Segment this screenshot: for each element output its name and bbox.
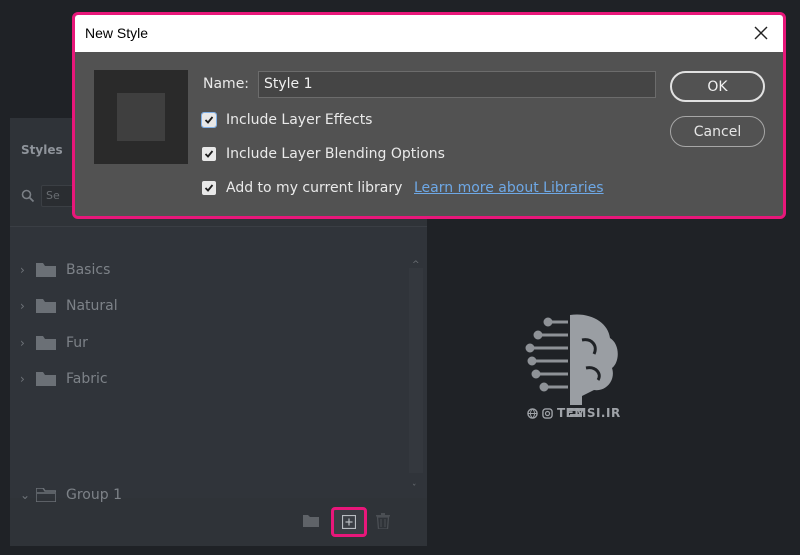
group-label: Group 1 [66, 487, 122, 503]
chevron-right-icon: › [20, 372, 25, 386]
include-blending-options-checkbox[interactable] [202, 147, 216, 161]
folder-label: Basics [66, 262, 111, 278]
folder-icon [36, 336, 56, 350]
folder-item-natural[interactable]: › Natural [20, 295, 400, 317]
ok-button[interactable]: OK [670, 71, 765, 102]
style-preview [94, 70, 188, 164]
new-group-button[interactable] [300, 510, 322, 532]
folder-icon [303, 515, 319, 527]
scroll-up-arrow[interactable]: ^ [412, 260, 420, 270]
folder-label: Fabric [66, 371, 108, 387]
instagram-icon [542, 407, 553, 419]
new-style-dialog: New Style Name: Style 1 Include Layer Ef… [72, 12, 786, 219]
chevron-down-icon: ⌄ [20, 488, 31, 502]
include-blending-options-label: Include Layer Blending Options [226, 146, 445, 162]
folder-icon [36, 299, 56, 313]
folder-open-icon [36, 488, 56, 502]
name-input[interactable]: Style 1 [258, 71, 656, 98]
close-icon [754, 26, 768, 40]
folder-item-fur[interactable]: › Fur [20, 332, 400, 354]
watermark-label: TEMSI.IR [557, 406, 621, 420]
cancel-button[interactable]: Cancel [670, 116, 765, 147]
name-label: Name: [203, 76, 250, 92]
checkmark-icon [204, 116, 214, 124]
search-icon [21, 189, 35, 203]
chevron-right-icon: › [20, 299, 25, 313]
group-item[interactable]: ⌄ Group 1 [20, 484, 400, 506]
include-layer-effects-checkbox[interactable] [201, 112, 217, 128]
new-style-icon [342, 515, 356, 529]
folder-icon [36, 263, 56, 277]
folder-item-basics[interactable]: › Basics [20, 259, 400, 281]
learn-more-link[interactable]: Learn more about Libraries [414, 180, 604, 196]
checkmark-icon [204, 184, 214, 192]
new-style-button[interactable] [331, 507, 367, 537]
scroll-down-arrow[interactable]: ˇ [412, 484, 417, 494]
folder-item-fabric[interactable]: › Fabric [20, 368, 400, 390]
folder-icon [36, 372, 56, 386]
trash-icon [376, 513, 390, 529]
include-blending-options-option[interactable]: Include Layer Blending Options [202, 146, 445, 162]
folder-label: Fur [66, 335, 88, 351]
checkmark-icon [204, 150, 214, 158]
folder-label: Natural [66, 298, 118, 314]
add-to-library-label: Add to my current library [226, 180, 403, 196]
close-button[interactable] [751, 23, 771, 43]
include-layer-effects-option[interactable]: Include Layer Effects [201, 112, 373, 128]
dialog-title: New Style [85, 25, 149, 41]
dialog-titlebar[interactable]: New Style [75, 15, 783, 52]
add-to-library-checkbox[interactable] [202, 181, 216, 195]
chevron-right-icon: › [20, 263, 25, 277]
include-layer-effects-label: Include Layer Effects [226, 112, 373, 128]
scrollbar[interactable] [409, 268, 423, 473]
panel-title: Styles [21, 143, 63, 157]
style-preview-swatch [117, 93, 165, 141]
add-to-library-option[interactable]: Add to my current library [202, 180, 402, 196]
delete-button[interactable] [372, 510, 394, 532]
watermark-text: TEMSI.IR [527, 406, 621, 420]
globe-icon [527, 407, 538, 419]
chevron-right-icon: › [20, 336, 25, 350]
